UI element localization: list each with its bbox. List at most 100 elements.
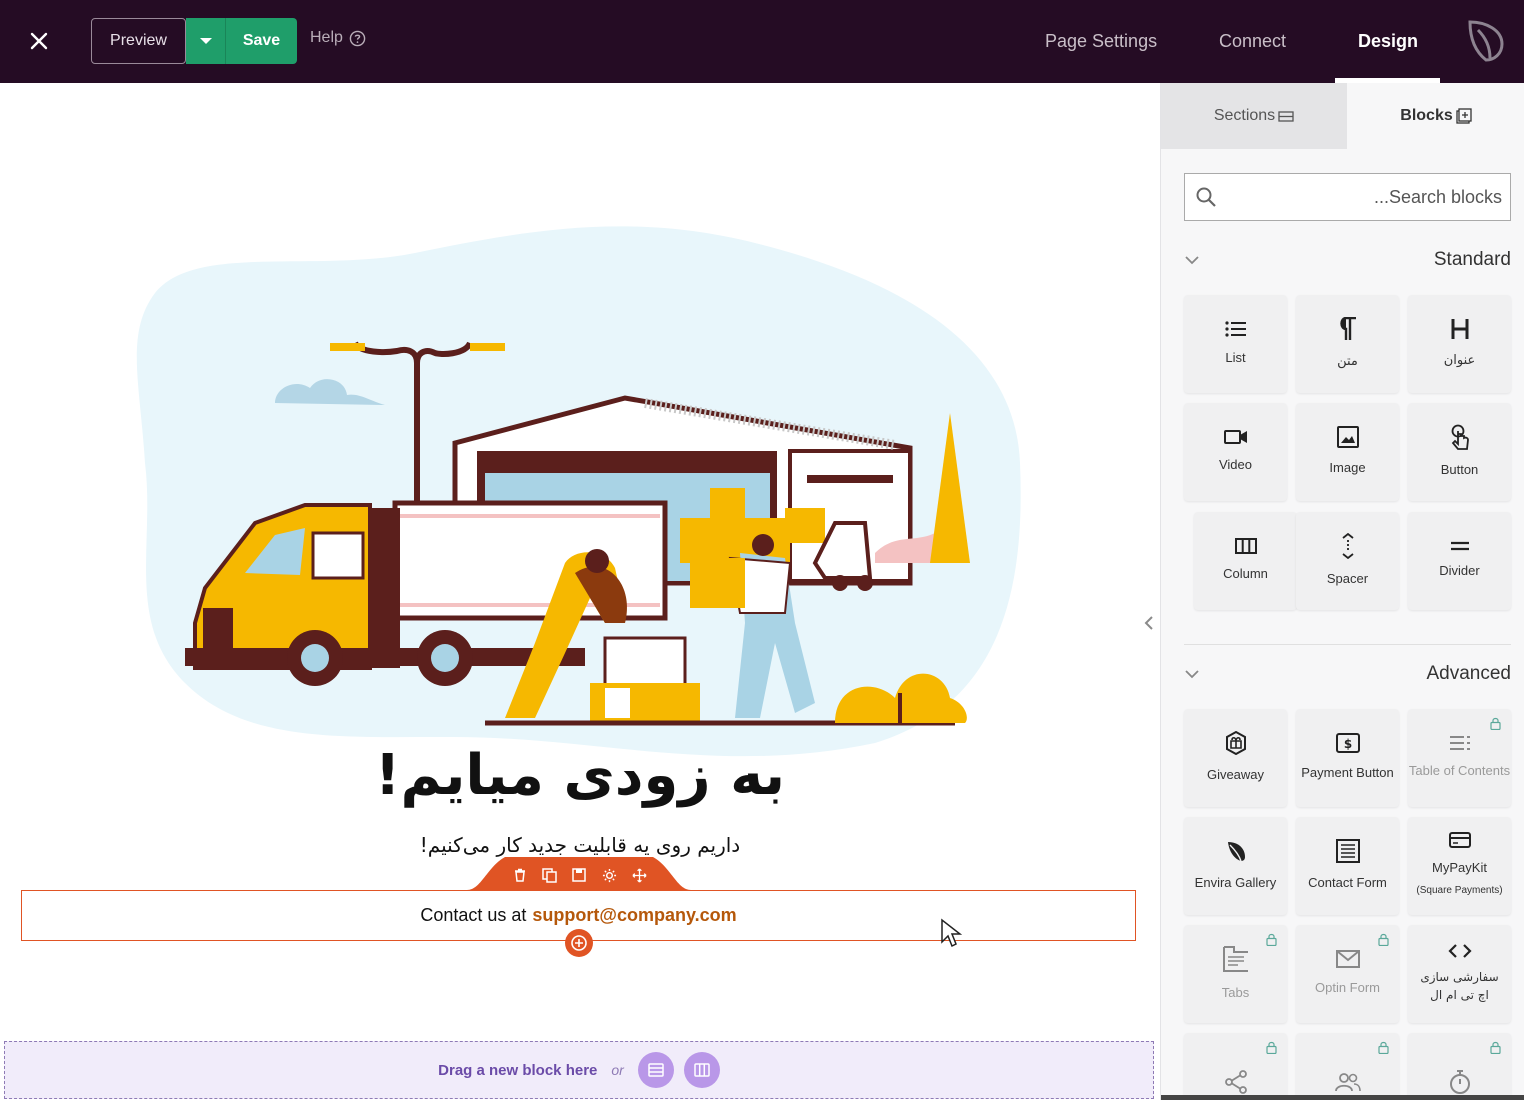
top-bar: Preview Save Help Page Settings Connect …	[0, 0, 1524, 83]
block-label: Contact Form	[1308, 875, 1387, 891]
block-toolbar	[505, 860, 655, 890]
block-card-image[interactable]: Image	[1296, 403, 1399, 501]
nav-connect[interactable]: Connect	[1219, 0, 1286, 83]
block-card-team-members[interactable]	[1296, 1033, 1399, 1100]
page-headline[interactable]: به زودی میایم!	[0, 743, 1160, 808]
block-card-divider[interactable]: Divider	[1408, 512, 1511, 610]
search-blocks-box	[1184, 173, 1511, 221]
block-label: Image	[1329, 460, 1366, 476]
mail-icon	[1335, 950, 1360, 969]
block-card-social-share[interactable]	[1184, 1033, 1287, 1100]
users-icon	[1334, 1073, 1361, 1092]
search-icon	[1196, 187, 1216, 207]
paragraph-icon	[1339, 317, 1356, 341]
block-card-heading[interactable]: عنوان	[1408, 295, 1511, 393]
nav-page-settings[interactable]: Page Settings	[1045, 0, 1157, 83]
trash-icon[interactable]	[513, 868, 527, 882]
chevron-down-icon	[199, 38, 212, 44]
card-icon	[1448, 832, 1471, 849]
block-card-envira-gallery[interactable]: Envira Gallery	[1184, 817, 1287, 915]
sidebar-scrollbar[interactable]	[1161, 1095, 1524, 1100]
toc-icon	[1449, 736, 1470, 751]
move-icon[interactable]	[632, 867, 647, 883]
block-label: Spacer	[1326, 571, 1369, 587]
block-card-countdown[interactable]	[1408, 1033, 1511, 1100]
block-card-contact-form[interactable]: Contact Form	[1296, 817, 1399, 915]
block-card-button[interactable]: Button	[1408, 403, 1511, 501]
tab-blocks[interactable]: Blocks	[1347, 83, 1524, 149]
block-label: عنوان	[1443, 352, 1476, 368]
contact-email-link[interactable]: support@company.com	[532, 905, 736, 926]
block-card-payment-button[interactable]: $ Payment Button	[1296, 709, 1399, 807]
block-label: متن	[1337, 353, 1358, 369]
block-label: Payment Button	[1301, 765, 1394, 781]
plus-circle-icon	[571, 935, 587, 951]
add-section-button[interactable]	[637, 1052, 674, 1088]
block-sublabel: (Square Payments)	[1416, 885, 1503, 896]
block-card-text[interactable]: متن	[1296, 295, 1399, 393]
block-card-list[interactable]: List	[1184, 295, 1287, 393]
image-icon	[1336, 426, 1359, 449]
add-block-button[interactable]	[565, 929, 593, 957]
chevron-left-icon	[1144, 616, 1153, 630]
block-label: سفارشی سازی اچ تی ام ال	[1420, 970, 1499, 1002]
close-button[interactable]	[22, 24, 56, 58]
block-label: Column	[1223, 566, 1268, 582]
standard-section-title: Standard	[1433, 249, 1511, 270]
share-icon	[1224, 1070, 1247, 1094]
seedprod-logo-icon	[1468, 20, 1504, 62]
nav-design[interactable]: Design	[1358, 0, 1418, 83]
lock-icon	[1490, 1041, 1501, 1054]
drop-zone-or: or	[611, 1062, 624, 1078]
block-card-mypaykit[interactable]: MyPayKit (Square Payments)	[1408, 817, 1511, 915]
help-label: Help	[310, 29, 343, 46]
tab-sections[interactable]: Sections	[1161, 83, 1347, 149]
block-label: Table of Contents	[1408, 763, 1511, 779]
leaf-icon	[1227, 842, 1245, 862]
chevron-down-icon	[1185, 670, 1199, 679]
block-card-tabs[interactable]: Tabs	[1184, 925, 1287, 1023]
add-columns-button[interactable]	[683, 1052, 720, 1088]
block-card-giveaway[interactable]: Giveaway	[1184, 709, 1287, 807]
save-block-icon[interactable]	[572, 868, 587, 882]
sidebar-collapse-handle[interactable]	[1138, 608, 1160, 638]
page-subline[interactable]: داریم روی یه قابلیت جدید کار می‌کنیم!	[0, 833, 1160, 857]
chevron-down-icon	[1185, 256, 1199, 265]
advanced-section-title: Advanced	[1426, 663, 1511, 684]
save-options-dropdown[interactable]	[186, 18, 226, 64]
help-link[interactable]: Help	[310, 29, 366, 47]
gear-icon[interactable]	[602, 868, 617, 883]
sections-icon	[648, 1063, 664, 1077]
search-blocks-input[interactable]	[1227, 182, 1502, 212]
block-label: Button	[1440, 462, 1479, 478]
duplicate-icon[interactable]	[542, 867, 557, 883]
block-card-custom-html[interactable]: سفارشی سازی اچ تی ام ال	[1408, 925, 1511, 1023]
divider-icon	[1450, 542, 1469, 551]
block-card-video[interactable]: Video	[1184, 403, 1287, 501]
save-button[interactable]: Save	[226, 18, 297, 64]
tabs-icon	[1222, 946, 1248, 973]
preview-button[interactable]: Preview	[91, 18, 186, 64]
blocks-sidebar: Sections Blocks Standard List متن عنوان …	[1160, 83, 1524, 1100]
question-circle-icon	[349, 30, 366, 46]
block-card-spacer[interactable]: Spacer	[1296, 512, 1399, 610]
lock-icon	[1490, 717, 1501, 730]
standard-section-header[interactable]: Standard	[1184, 245, 1511, 275]
tab-blocks-label: Blocks	[1400, 107, 1453, 124]
block-label: Giveaway	[1206, 767, 1265, 783]
block-card-column[interactable]: Column	[1194, 512, 1297, 610]
block-label: Optin Form	[1314, 980, 1380, 996]
block-label: Divider	[1439, 563, 1480, 579]
block-card-optin-form[interactable]: Optin Form	[1296, 925, 1399, 1023]
contact-prefix: Contact us at	[420, 905, 527, 925]
list-icon	[1224, 321, 1246, 337]
button-pointer-icon	[1451, 424, 1469, 451]
block-label: Envira Gallery	[1194, 875, 1277, 891]
new-block-drop-zone[interactable]: Drag a new block here or	[4, 1041, 1154, 1099]
blocks-plus-icon	[1456, 108, 1472, 124]
block-label: MyPayKit	[1432, 860, 1487, 876]
close-icon	[30, 32, 48, 50]
drop-zone-text: Drag a new block here	[438, 1061, 598, 1079]
block-card-table-of-contents[interactable]: Table of Contents	[1408, 709, 1511, 807]
advanced-section-header[interactable]: Advanced	[1184, 659, 1511, 689]
